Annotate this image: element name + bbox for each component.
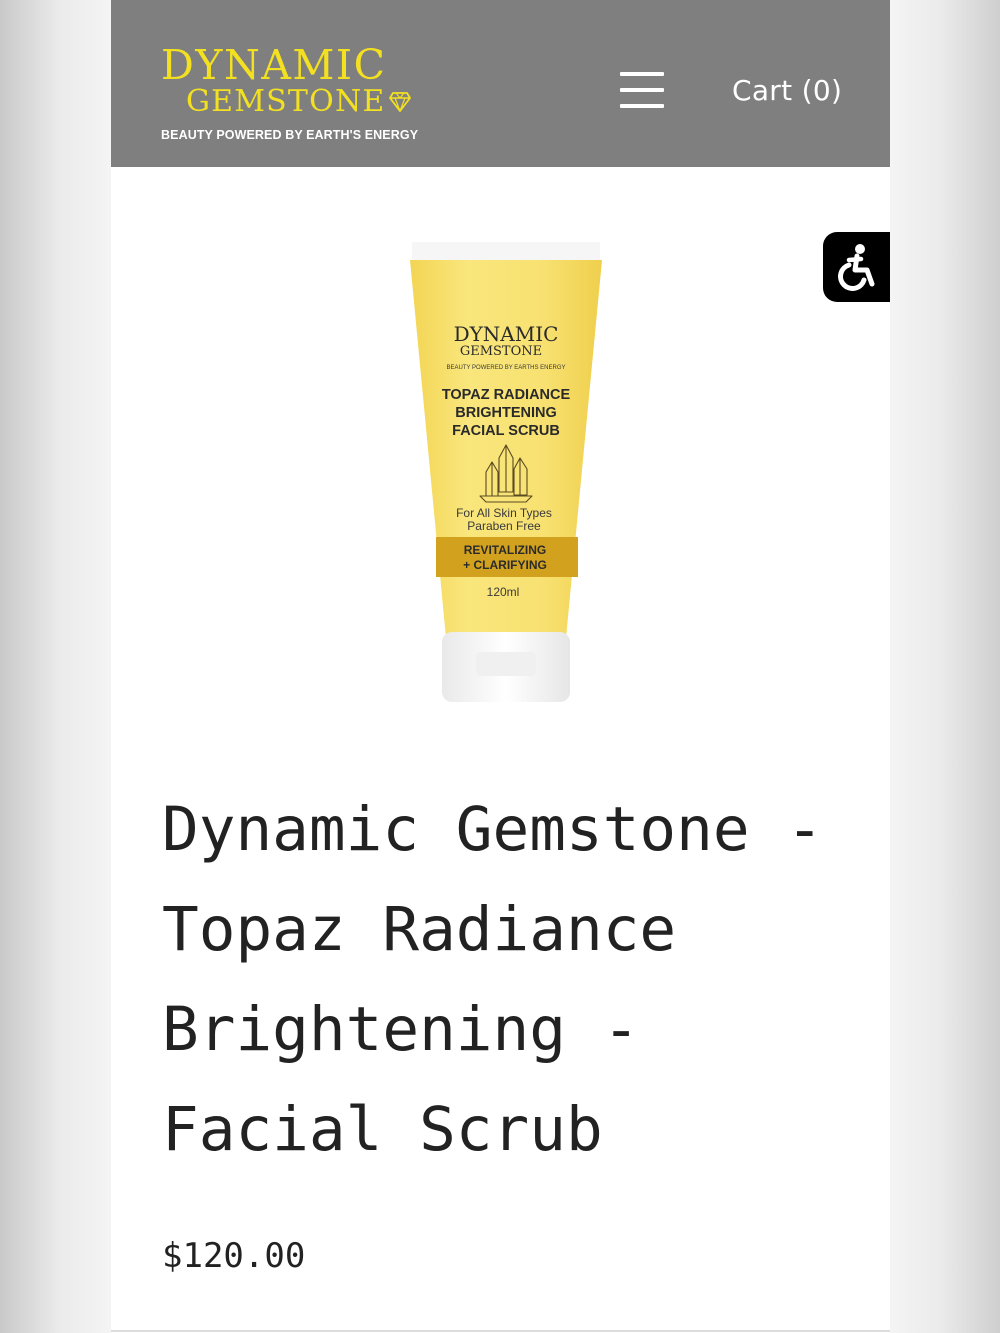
- logo-tagline: BEAUTY POWERED BY EARTH'S ENERGY: [161, 128, 419, 142]
- hamburger-menu-icon[interactable]: [620, 72, 664, 108]
- brand-logo[interactable]: DYNAMIC GEMSTONE BEAUTY POWERED BY EARTH…: [161, 42, 421, 152]
- logo-line1: DYNAMIC: [161, 41, 387, 89]
- tube-volume: 120ml: [487, 585, 520, 599]
- product-image[interactable]: DYNAMIC GEMSTONE BEAUTY POWERED BY EARTH…: [406, 240, 606, 705]
- logo-line2: GEMSTONE: [186, 84, 386, 119]
- page: DYNAMIC GEMSTONE BEAUTY POWERED BY EARTH…: [111, 0, 890, 1333]
- tube-brand-line2: GEMSTONE: [460, 344, 542, 359]
- accessibility-button[interactable]: [823, 232, 890, 302]
- tube-name-line2: BRIGHTENING: [455, 405, 557, 421]
- divider: [111, 1330, 890, 1332]
- tube-name-line3: FACIAL SCRUB: [452, 423, 560, 439]
- tube-tagline: BEAUTY POWERED BY EARTHS ENERGY: [446, 365, 565, 371]
- wheelchair-accessibility-icon: [838, 244, 875, 291]
- site-header: DYNAMIC GEMSTONE BEAUTY POWERED BY EARTH…: [111, 0, 890, 167]
- tube-brand-line1: DYNAMIC: [454, 322, 559, 346]
- cart-link[interactable]: Cart (0): [732, 74, 842, 107]
- diamond-icon: [389, 92, 411, 112]
- tube-feature2: Paraben Free: [467, 519, 541, 533]
- tube-band-line2: + CLARIFYING: [463, 558, 547, 572]
- tube-feature1: For All Skin Types: [456, 506, 552, 520]
- tube-name-line1: TOPAZ RADIANCE: [442, 387, 571, 403]
- product-title: Dynamic Gemstone - Topaz Radiance Bright…: [162, 794, 824, 1165]
- tube-band-line1: REVITALIZING: [464, 543, 546, 557]
- product-price: $120.00: [162, 1236, 306, 1276]
